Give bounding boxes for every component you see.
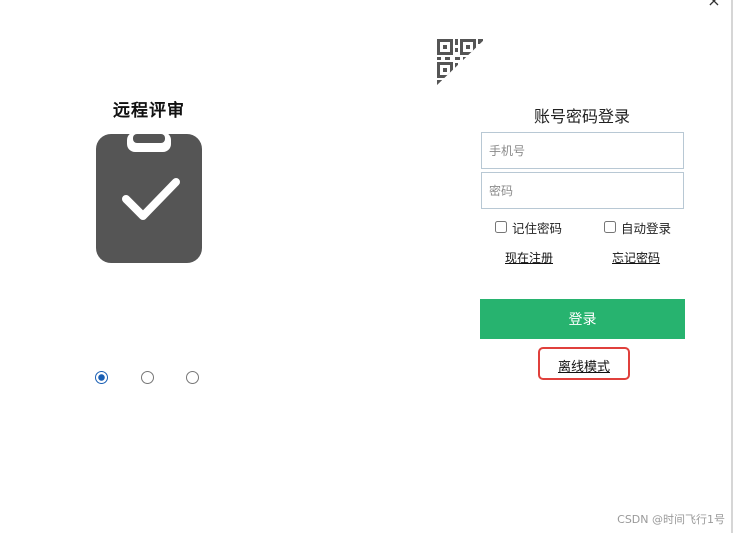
auto-login-option[interactable]: 自动登录 <box>604 218 671 236</box>
carousel-indicator <box>95 371 205 387</box>
remember-password-checkbox[interactable] <box>495 221 507 233</box>
qr-code-icon[interactable] <box>436 38 486 86</box>
app-title: 远程评审 <box>113 101 185 121</box>
password-input[interactable] <box>481 172 684 209</box>
watermark: CSDN @时间飞行1号 <box>617 513 725 526</box>
remember-password-option[interactable]: 记住密码 <box>495 218 562 236</box>
phone-input[interactable] <box>481 132 684 169</box>
clipboard-check-icon <box>96 132 202 263</box>
remember-password-label: 记住密码 <box>512 220 563 236</box>
offline-mode-link[interactable]: 离线模式 <box>538 356 630 375</box>
carousel-dot-3[interactable] <box>186 371 199 384</box>
auto-login-checkbox[interactable] <box>604 221 616 233</box>
carousel-dot-2[interactable] <box>141 371 154 384</box>
register-link[interactable]: 现在注册 <box>505 249 553 265</box>
auto-login-label: 自动登录 <box>621 220 672 236</box>
window-right-border <box>731 0 733 533</box>
login-button[interactable]: 登录 <box>480 299 685 339</box>
login-title: 账号密码登录 <box>533 107 630 126</box>
carousel-dot-1[interactable] <box>95 371 108 384</box>
forgot-password-link[interactable]: 忘记密码 <box>612 249 660 265</box>
close-icon[interactable]: × <box>703 0 725 10</box>
